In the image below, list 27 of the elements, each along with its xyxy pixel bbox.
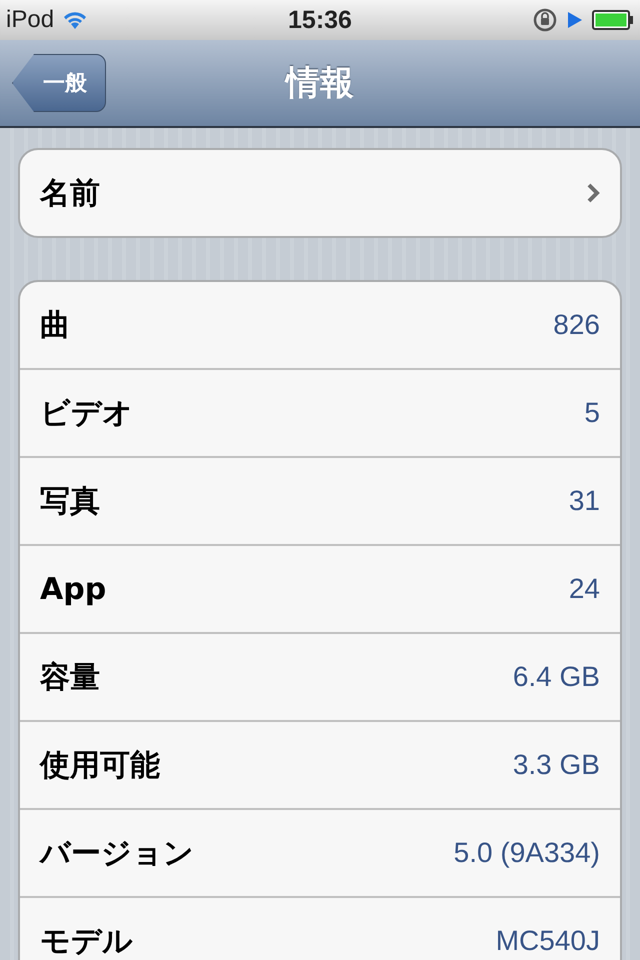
row-value: 6.4 GB bbox=[512, 661, 600, 693]
row-label: 容量 bbox=[40, 658, 100, 696]
row-value: 5.0 (9A334) bbox=[454, 837, 600, 869]
row-label: 曲 bbox=[40, 306, 70, 344]
clock-time: 15:36 bbox=[288, 6, 352, 34]
play-icon bbox=[566, 10, 584, 30]
row-value: 5 bbox=[584, 397, 600, 429]
row-value: 31 bbox=[568, 485, 600, 517]
row-value: 24 bbox=[568, 573, 600, 605]
row-label: 名前 bbox=[40, 174, 100, 212]
row-label: 使用可能 bbox=[40, 746, 160, 784]
battery-icon bbox=[592, 9, 634, 31]
rotation-lock-icon bbox=[532, 7, 558, 33]
carrier-label: iPod bbox=[6, 6, 54, 34]
back-button[interactable]: 一般 bbox=[12, 54, 106, 112]
row-label: 写真 bbox=[40, 482, 100, 520]
row-label: App bbox=[40, 572, 106, 606]
row-value: 3.3 GB bbox=[512, 749, 600, 781]
chevron-icon bbox=[586, 182, 600, 204]
row-value: 826 bbox=[553, 309, 600, 341]
page-title: 情報 bbox=[286, 62, 354, 105]
row-label: ビデオ bbox=[40, 394, 133, 432]
row-value: MC540J bbox=[496, 925, 600, 957]
name-row[interactable]: 名前 bbox=[20, 150, 620, 236]
wifi-icon bbox=[62, 10, 88, 30]
row-label: モデル bbox=[40, 922, 133, 960]
row-label: バージョン bbox=[40, 834, 194, 872]
